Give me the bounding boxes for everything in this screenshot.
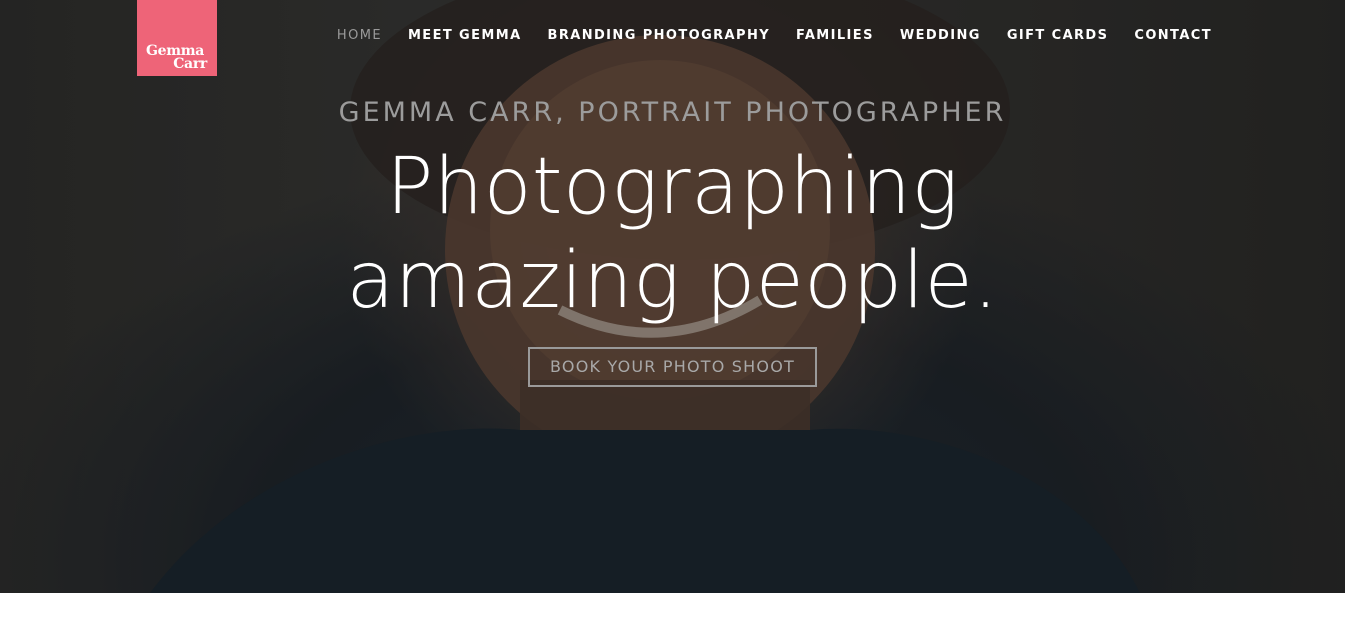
hero-subtitle: GEMMA CARR, PORTRAIT PHOTOGRAPHER: [338, 97, 1007, 128]
nav-item-home[interactable]: HOME: [337, 28, 382, 44]
nav-item-wedding[interactable]: WEDDING: [900, 28, 981, 44]
nav-item-families[interactable]: FAMILIES: [796, 28, 874, 44]
brand-logo[interactable]: Gemma Carr: [137, 0, 217, 76]
nav-item-gift-cards[interactable]: GIFT CARDS: [1007, 28, 1109, 44]
hero-headline-line2: amazing people.: [346, 236, 999, 326]
brand-logo-line2: Carr: [173, 56, 207, 72]
main-nav: HOME MEET GEMMA BRANDING PHOTOGRAPHY FAM…: [311, 28, 1212, 44]
hero-headline: Photographing amazing people.: [0, 140, 1345, 328]
book-photo-shoot-button[interactable]: BOOK YOUR PHOTO SHOOT: [528, 347, 817, 387]
nav-item-branding-photography[interactable]: BRANDING PHOTOGRAPHY: [548, 28, 771, 44]
hero-section: Gemma Carr HOME MEET GEMMA BRANDING PHOT…: [0, 0, 1345, 593]
nav-item-meet-gemma[interactable]: MEET GEMMA: [408, 28, 522, 44]
hero-headline-line1: Photographing: [386, 142, 959, 232]
nav-item-contact[interactable]: CONTACT: [1134, 28, 1212, 44]
